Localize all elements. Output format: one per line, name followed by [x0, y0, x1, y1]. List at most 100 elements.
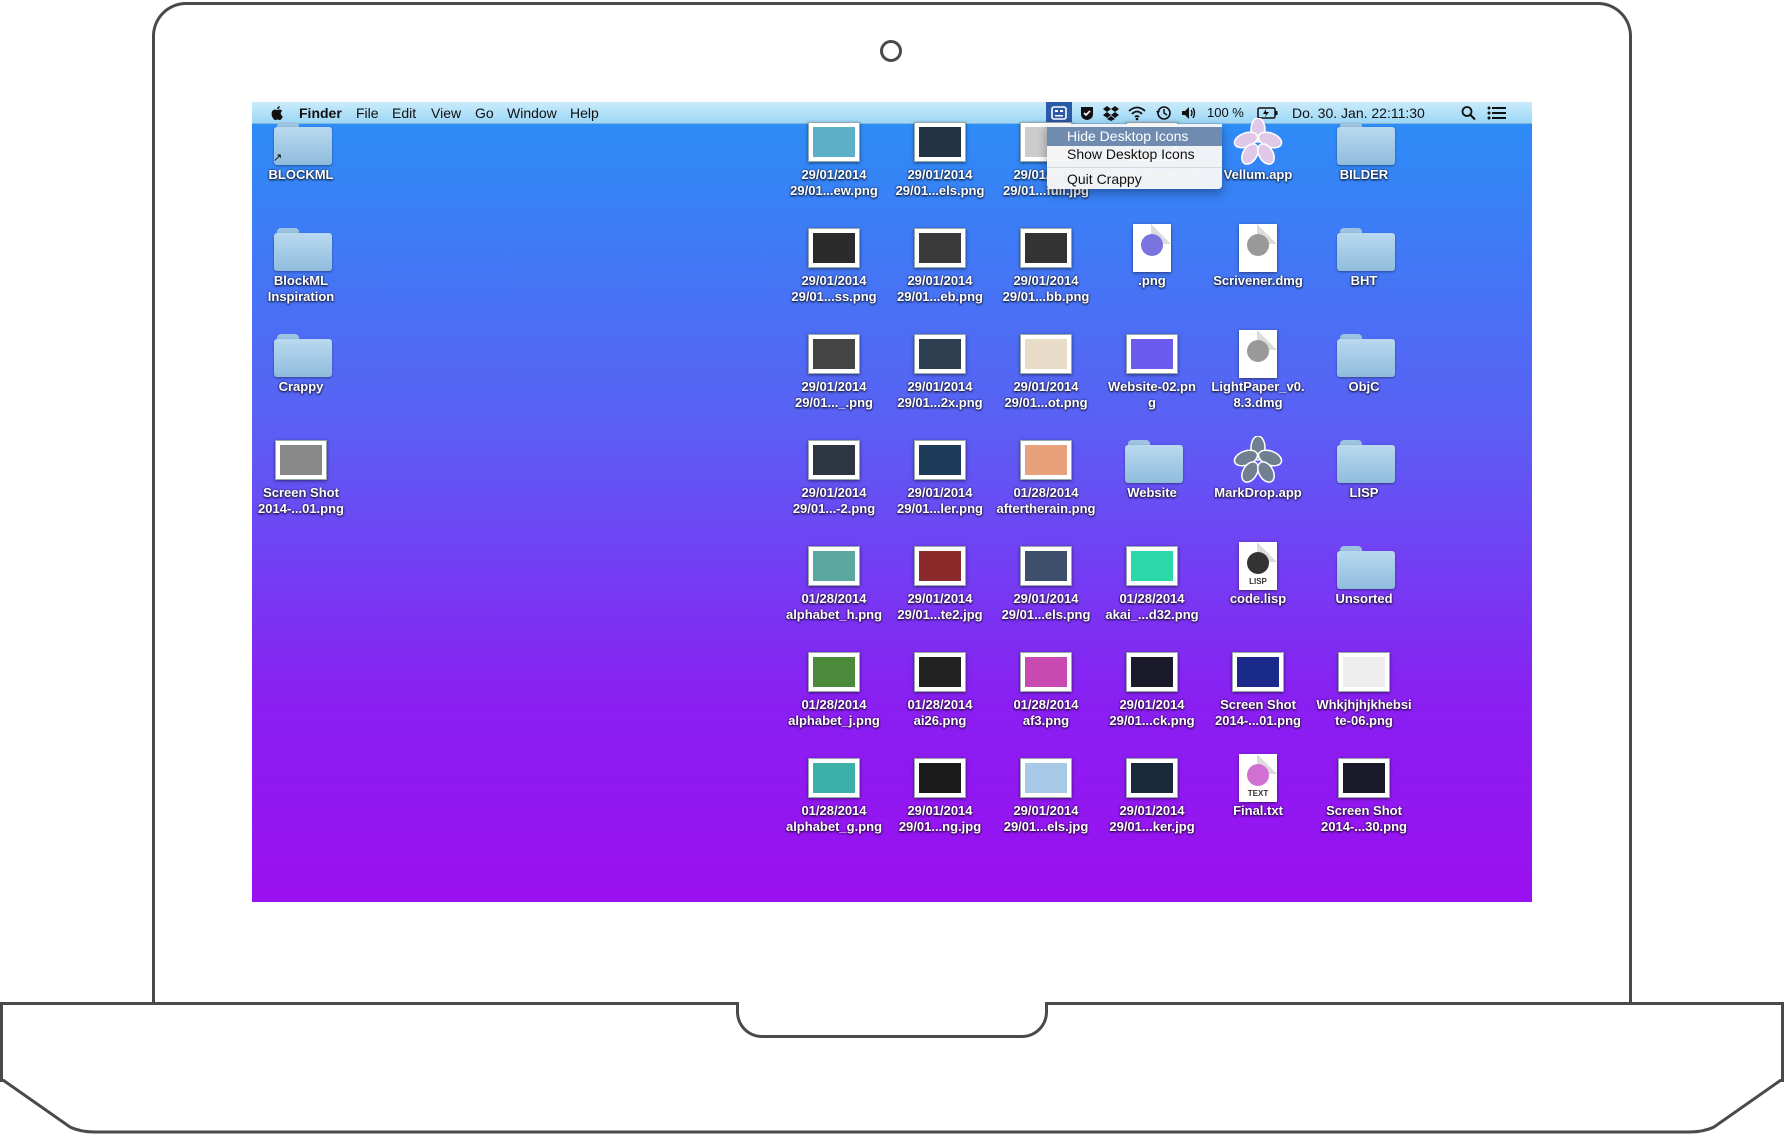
- menu-separator: [1047, 167, 1222, 168]
- folder-icon: [1337, 437, 1395, 483]
- image-file-icon: [913, 119, 967, 165]
- desktop-icon-01-28-2014-akai-d32-png[interactable]: 01/28/2014 akai_...d32.png: [1100, 541, 1204, 633]
- desktop-icon-lightpaper-v0-8-3-dmg[interactable]: LightPaper_v0. 8.3.dmg: [1206, 329, 1310, 421]
- crappy-dropdown-menu: Hide Desktop Icons Show Desktop Icons Qu…: [1047, 124, 1222, 189]
- image-file-icon: [913, 649, 967, 695]
- laptop-base-bottom: [0, 1079, 1784, 1134]
- desktop-icon-crappy[interactable]: Crappy: [252, 329, 353, 421]
- desktop-icon-01-28-2014-alphabet-g-png[interactable]: 01/28/2014 alphabet_g.png: [782, 753, 886, 845]
- desktop-icon-01-28-2014-ai26-png[interactable]: 01/28/2014 ai26.png: [888, 647, 992, 739]
- desktop-icon-label: 29/01/2014 29/01...ng.jpg: [898, 803, 982, 834]
- desktop-icon-label: 29/01/2014 29/01...els.png: [1001, 591, 1091, 622]
- desktop-icon-label: code.lisp: [1229, 591, 1287, 606]
- menu-file[interactable]: File: [356, 104, 379, 122]
- menu-edit[interactable]: Edit: [392, 104, 416, 122]
- desktop-icon-01-28-2014-aftertherain-png[interactable]: 01/28/2014 aftertherain.png: [994, 435, 1098, 527]
- desktop-icon-label: 01/28/2014 aftertherain.png: [996, 485, 1096, 516]
- desktop-icon-29-01-2014-29-01-png[interactable]: 29/01/2014 29/01..._.png: [782, 329, 886, 421]
- desktop-icon-label: 01/28/2014 af3.png: [1013, 697, 1079, 728]
- desktop-icon-label: Website-02.pn g: [1108, 379, 1196, 410]
- desktop-icon-screen-shot-2014-01-png[interactable]: Screen Shot 2014-...01.png: [1206, 647, 1310, 739]
- desktop-icon-29-01-2014-29-01-ker-jpg[interactable]: 29/01/2014 29/01...ker.jpg: [1100, 753, 1204, 845]
- desktop-icon-29-01-2014-29-01-2-png[interactable]: 29/01/2014 29/01...-2.png: [782, 435, 886, 527]
- desktop-icon-label: LightPaper_v0. 8.3.dmg: [1211, 379, 1305, 410]
- desktop-icon-label: MarkDrop.app: [1214, 485, 1302, 500]
- desktop-icon-label: 29/01/2014 29/01...ot.png: [1004, 379, 1088, 410]
- desktop-icon-29-01-2014-29-01-els-jpg[interactable]: 29/01/2014 29/01...els.jpg: [994, 753, 1098, 845]
- desktop-icon-01-28-2014-af3-png[interactable]: 01/28/2014 af3.png: [994, 647, 1098, 739]
- desktop-icon-bilder[interactable]: BILDER: [1312, 117, 1416, 209]
- notification-list-icon[interactable]: [1486, 105, 1508, 121]
- desktop-icon-29-01-2014-29-01-ler-png[interactable]: 29/01/2014 29/01...ler.png: [888, 435, 992, 527]
- file-type-tag: TEXT: [1247, 789, 1269, 798]
- desktop-icon-screen-shot-2014-30-png[interactable]: Screen Shot 2014-...30.png: [1312, 753, 1416, 845]
- desktop-icon-objc[interactable]: ObjC: [1312, 329, 1416, 421]
- desktop-icon-label: 29/01/2014 29/01...ler.png: [897, 485, 983, 516]
- desktop-icon-blockml-inspiration[interactable]: BlockML Inspiration: [252, 223, 353, 315]
- desktop-icon-29-01-2014-29-01-bb-png[interactable]: 29/01/2014 29/01...bb.png: [994, 223, 1098, 315]
- document-icon: [1125, 224, 1179, 272]
- desktop-icon-blockml[interactable]: BLOCKML ↗: [252, 117, 353, 209]
- document-icon: [1231, 330, 1285, 378]
- desktop-icon-markdrop-app[interactable]: MarkDrop.app: [1206, 435, 1310, 527]
- desktop-icon-label: 29/01/2014 29/01...2x.png: [897, 379, 983, 410]
- menu-go[interactable]: Go: [475, 104, 494, 122]
- desktop-icon-website[interactable]: Website: [1100, 435, 1204, 527]
- image-file-icon: [913, 331, 967, 377]
- folder-icon: [1125, 437, 1183, 483]
- menu-item-hide-desktop-icons[interactable]: Hide Desktop Icons: [1047, 127, 1222, 146]
- menu-view[interactable]: View: [431, 104, 461, 122]
- desktop-icon-label: BLOCKML: [268, 167, 334, 182]
- desktop-icon-29-01-2014-29-01-2x-png[interactable]: 29/01/2014 29/01...2x.png: [888, 329, 992, 421]
- desktop-icon-lisp[interactable]: LISP: [1312, 435, 1416, 527]
- document-icon: [1231, 224, 1285, 272]
- desktop-icon-label: Final.txt: [1233, 803, 1283, 818]
- desktop-icon-29-01-2014-29-01-eb-png[interactable]: 29/01/2014 29/01...eb.png: [888, 223, 992, 315]
- desktop-icon-label: Screen Shot 2014-...30.png: [1321, 803, 1407, 834]
- desktop-icon-01-28-2014-alphabet-j-png[interactable]: 01/28/2014 alphabet_j.png: [782, 647, 886, 739]
- image-file-icon: [913, 225, 967, 271]
- desktop-icon-29-01-2014-29-01-ew-png[interactable]: 29/01/2014 29/01...ew.png: [782, 117, 886, 209]
- desktop-icon-png[interactable]: .png: [1100, 223, 1204, 315]
- desktop-icon-unsorted[interactable]: Unsorted: [1312, 541, 1416, 633]
- desktop-icon-label: 29/01/2014 29/01...-2.png: [792, 485, 876, 516]
- desktop-icon-label: 29/01/2014 29/01...ker.jpg: [1109, 803, 1195, 834]
- application-icon: [1231, 436, 1285, 483]
- desktop-icon-website-02-pn-g[interactable]: Website-02.pn g: [1100, 329, 1204, 421]
- menu-item-quit-crappy[interactable]: Quit Crappy: [1047, 170, 1222, 189]
- desktop-icon-29-01-2014-29-01-els-png[interactable]: 29/01/2014 29/01...els.png: [994, 541, 1098, 633]
- desktop-icon-29-01-2014-29-01-ot-png[interactable]: 29/01/2014 29/01...ot.png: [994, 329, 1098, 421]
- image-file-icon: [913, 437, 967, 483]
- desktop-icon-label: 01/28/2014 alphabet_h.png: [785, 591, 883, 622]
- document-icon: TEXT: [1231, 754, 1285, 802]
- image-file-icon: [1019, 331, 1073, 377]
- desktop-icon-label: BILDER: [1339, 167, 1389, 182]
- desktop-icon-code-lisp[interactable]: LISP code.lisp: [1206, 541, 1310, 633]
- folder-icon: [274, 225, 332, 271]
- image-file-icon: [1019, 225, 1073, 271]
- desktop-icon-01-28-2014-alphabet-h-png[interactable]: 01/28/2014 alphabet_h.png: [782, 541, 886, 633]
- desktop-icon-29-01-2014-29-01-ss-png[interactable]: 29/01/2014 29/01...ss.png: [782, 223, 886, 315]
- laptop-notch: [736, 1002, 1048, 1038]
- image-file-icon: [1019, 755, 1073, 801]
- image-file-icon: [807, 437, 861, 483]
- image-file-icon: [1019, 543, 1073, 589]
- image-file-icon: [1125, 543, 1179, 589]
- desktop-icon-29-01-2014-29-01-els-png[interactable]: 29/01/2014 29/01...els.png: [888, 117, 992, 209]
- desktop-icon-29-01-2014-29-01-te2-jpg[interactable]: 29/01/2014 29/01...te2.jpg: [888, 541, 992, 633]
- desktop-icon-label: BlockML Inspiration: [267, 273, 335, 304]
- desktop-icon-label: 01/28/2014 ai26.png: [907, 697, 973, 728]
- desktop-icon-whkjhjhjkhebsi-te-06-png[interactable]: Whkjhjhjkhebsi te-06.png: [1312, 647, 1416, 739]
- desktop-icon-bht[interactable]: BHT: [1312, 223, 1416, 315]
- menu-help[interactable]: Help: [570, 104, 599, 122]
- menu-item-show-desktop-icons[interactable]: Show Desktop Icons: [1047, 145, 1222, 164]
- image-file-icon: [807, 755, 861, 801]
- menu-window[interactable]: Window: [507, 104, 557, 122]
- desktop-icon-screen-shot-2014-01-png[interactable]: Screen Shot 2014-...01.png: [252, 435, 353, 527]
- desktop-icon-scrivener-dmg[interactable]: Scrivener.dmg: [1206, 223, 1310, 315]
- image-file-icon: [1019, 437, 1073, 483]
- search-icon[interactable]: [1460, 105, 1478, 121]
- desktop-icon-29-01-2014-29-01-ng-jpg[interactable]: 29/01/2014 29/01...ng.jpg: [888, 753, 992, 845]
- desktop-icon-29-01-2014-29-01-ck-png[interactable]: 29/01/2014 29/01...ck.png: [1100, 647, 1204, 739]
- desktop-icon-final-txt[interactable]: TEXT Final.txt: [1206, 753, 1310, 845]
